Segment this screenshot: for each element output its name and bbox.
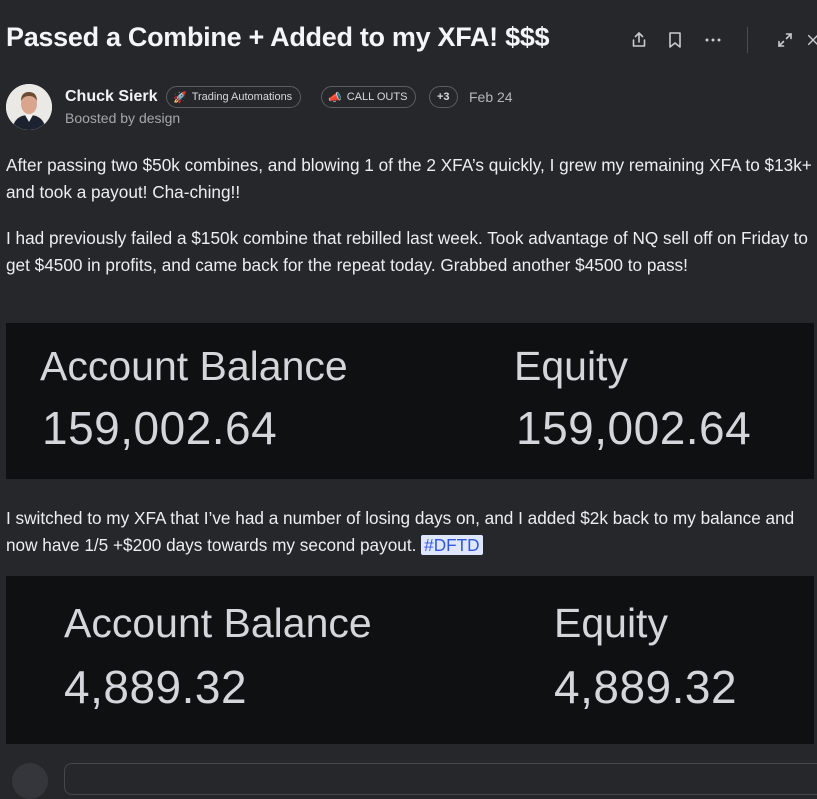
post-paragraph-text: I switched to my XFA that I’ve had a num…	[6, 508, 795, 555]
hashtag-link[interactable]: #DFTD	[421, 535, 483, 555]
post-paragraph: I had previously failed a $150k combine …	[6, 228, 808, 275]
avatar[interactable]	[6, 84, 52, 130]
toolbar-divider	[747, 27, 748, 53]
author-name[interactable]: Chuck Sierk	[65, 88, 157, 106]
post-title: Passed a Combine + Added to my XFA! $$$	[6, 22, 550, 52]
share-icon	[632, 32, 646, 47]
account-balance-value: 159,002.64	[42, 402, 278, 454]
account-screenshot-image[interactable]: Account Balance 159,002.64 Equity 159,00…	[6, 323, 814, 479]
account-screenshot-image[interactable]: Account Balance 4,889.32 Equity 4,889.32	[6, 576, 814, 744]
badge-label: CALL OUTS	[346, 91, 408, 103]
close-icon	[807, 34, 817, 46]
close-button[interactable]	[806, 26, 817, 54]
rocket-icon: 🚀	[173, 91, 187, 104]
more-options-button[interactable]	[699, 26, 727, 54]
post-date: Feb 24	[469, 89, 513, 105]
badge-trading-automations[interactable]: 🚀 Trading Automations	[166, 86, 302, 108]
more-icon	[705, 38, 721, 42]
post-paragraph: After passing two $50k combines, and blo…	[6, 155, 812, 202]
megaphone-icon: 📣	[328, 91, 342, 104]
account-balance-label: Account Balance	[64, 600, 372, 646]
post-header: Passed a Combine + Added to my XFA! $$$	[0, 0, 817, 80]
share-button[interactable]	[625, 26, 653, 54]
comment-area	[0, 755, 817, 799]
account-balance-label: Account Balance	[40, 343, 348, 389]
account-balance-value: 4,889.32	[64, 661, 248, 713]
author-row: Chuck Sierk Boosted by design 🚀 Trading …	[6, 84, 817, 132]
equity-value: 159,002.64	[516, 402, 752, 454]
commenter-avatar	[12, 763, 48, 799]
bookmark-icon	[669, 32, 681, 48]
equity-label: Equity	[554, 600, 668, 646]
equity-label: Equity	[514, 343, 628, 389]
expand-icon	[778, 33, 792, 47]
badge-more-count[interactable]: +3	[429, 86, 458, 108]
equity-value: 4,889.32	[554, 661, 738, 713]
badge-label: Trading Automations	[191, 91, 293, 103]
boosted-by-text: Boosted by design	[65, 110, 181, 126]
post-paragraph: I switched to my XFA that I’ve had a num…	[6, 505, 814, 559]
expand-button[interactable]	[771, 26, 799, 54]
bookmark-button[interactable]	[661, 26, 689, 54]
badge-call-outs[interactable]: 📣 CALL OUTS	[321, 86, 417, 108]
comment-input[interactable]	[64, 763, 817, 795]
